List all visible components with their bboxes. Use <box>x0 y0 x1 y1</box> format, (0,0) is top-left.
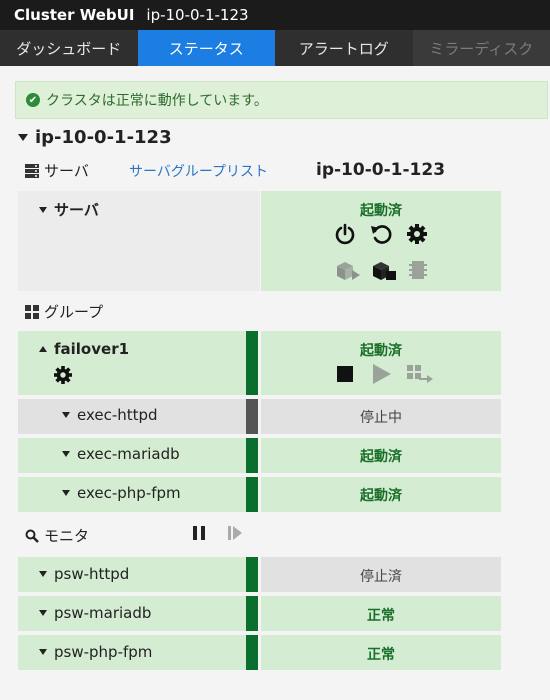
main-tabs: ダッシュボード ステータス アラートログ ミラーディスク <box>0 30 550 66</box>
expand-caret-icon <box>39 571 47 577</box>
resource-status-text: 起動済 <box>360 488 402 504</box>
check-circle-icon: ✔ <box>26 93 40 107</box>
move-icon[interactable] <box>407 365 433 385</box>
resource-status-text: 起動済 <box>360 449 402 465</box>
monitor-status-bar <box>246 557 258 592</box>
box-out-icon[interactable] <box>335 260 361 282</box>
monitor-status-bar <box>246 635 258 670</box>
stop-icon[interactable] <box>337 366 353 382</box>
gear-icon[interactable] <box>407 224 427 244</box>
resource-status-bar <box>246 399 258 434</box>
tab-status[interactable]: ステータス <box>137 30 275 66</box>
pause-icon[interactable] <box>193 526 205 540</box>
monitor-status-text: 正常 <box>367 608 395 624</box>
gear-icon[interactable] <box>54 366 72 384</box>
group-status-text: 起動済 <box>360 343 402 359</box>
expand-caret-icon <box>39 649 47 655</box>
restart-icon[interactable] <box>370 223 392 245</box>
cluster-header[interactable]: ip-10-0-1-123 <box>18 127 172 148</box>
grid-icon <box>25 304 39 319</box>
server-icon <box>25 163 39 178</box>
server-row-label[interactable]: サーバ <box>39 199 99 220</box>
server-section-title: サーバ <box>44 162 89 180</box>
group-row-label[interactable]: failover1 <box>39 340 129 358</box>
group-section-title: グループ <box>44 303 104 321</box>
monitor-status-text: 正常 <box>367 647 395 663</box>
monitor-label-psw-php-fpm[interactable]: psw-php-fpm <box>39 643 152 661</box>
resume-icon[interactable] <box>228 526 242 540</box>
collapse-caret-icon <box>18 134 28 141</box>
monitor-section-title: モニタ <box>44 527 90 545</box>
alert-message: クラスタは正常に動作しています。 <box>46 93 268 109</box>
resource-status-text: 停止中 <box>360 410 402 426</box>
resource-label-exec-php-fpm[interactable]: exec-php-fpm <box>62 484 181 502</box>
expand-caret-icon <box>62 412 70 418</box>
title-bar: Cluster WebUI ip-10-0-1-123 <box>0 0 550 30</box>
tab-mirror-disk[interactable]: ミラーディスク <box>412 30 550 66</box>
resource-status-bar <box>246 438 258 473</box>
expand-caret-icon <box>62 451 70 457</box>
resource-label-exec-mariadb[interactable]: exec-mariadb <box>62 445 180 463</box>
server-module-icon[interactable] <box>409 260 427 280</box>
server-status-text: 起動済 <box>360 203 402 219</box>
resource-status-bar <box>246 477 258 512</box>
monitor-status-bar <box>246 596 258 631</box>
collapse-caret-icon <box>39 346 47 352</box>
tab-alert-log[interactable]: アラートログ <box>275 30 413 66</box>
play-icon[interactable] <box>373 364 391 384</box>
expand-caret-icon <box>39 206 47 213</box>
group-section-header: グループ <box>25 301 103 322</box>
group-status-bar <box>246 331 258 395</box>
cluster-name: ip-10-0-1-123 <box>35 127 172 148</box>
monitor-section-header: モニタ <box>25 525 89 546</box>
host-title: ip-10-0-1-123 <box>146 6 249 24</box>
tab-dashboard[interactable]: ダッシュボード <box>0 30 138 66</box>
monitor-label-psw-httpd[interactable]: psw-httpd <box>39 565 129 583</box>
server-group-list-link[interactable]: サーバグループリスト <box>129 161 268 181</box>
box-in-icon[interactable] <box>371 260 397 282</box>
app-title: Cluster WebUI <box>14 6 135 24</box>
resource-label-exec-httpd[interactable]: exec-httpd <box>62 406 158 424</box>
status-alert: ✔ クラスタは正常に動作しています。 <box>15 81 548 119</box>
expand-caret-icon <box>39 610 47 616</box>
monitor-label-psw-mariadb[interactable]: psw-mariadb <box>39 604 151 622</box>
search-icon <box>25 529 39 543</box>
expand-caret-icon <box>62 490 70 496</box>
server-section-header: サーバ <box>25 160 89 181</box>
server-column-header: ip-10-0-1-123 <box>316 160 446 180</box>
power-icon[interactable] <box>334 223 356 245</box>
monitor-status-text: 停止済 <box>360 569 402 585</box>
